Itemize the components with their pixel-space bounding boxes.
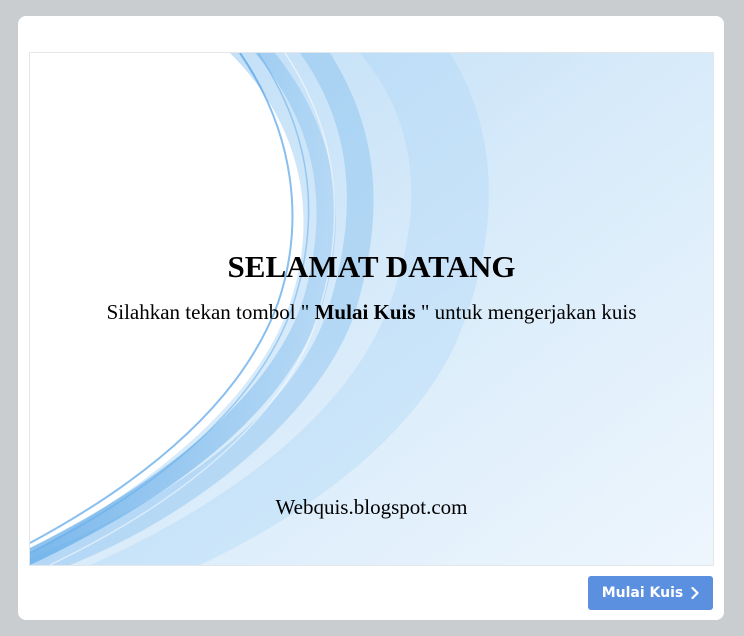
slide-title: SELAMAT DATANG [227, 249, 516, 284]
welcome-slide: SELAMAT DATANG Silahkan tekan tombol " M… [29, 52, 714, 566]
slide-footer-url: Webquis.blogspot.com [275, 495, 468, 519]
slide-instruction: Silahkan tekan tombol " Mulai Kuis " unt… [30, 300, 713, 325]
instruction-prefix: Silahkan tekan tombol " [106, 300, 315, 324]
start-quiz-button-label: Mulai Kuis [601, 585, 684, 601]
chevron-right-icon [691, 587, 699, 599]
quiz-card: SELAMAT DATANG Silahkan tekan tombol " M… [18, 16, 724, 620]
instruction-button-name: Mulai Kuis [314, 300, 416, 324]
instruction-suffix: " untuk mengerjakan kuis [415, 300, 637, 324]
start-quiz-button[interactable]: Mulai Kuis [588, 576, 713, 610]
